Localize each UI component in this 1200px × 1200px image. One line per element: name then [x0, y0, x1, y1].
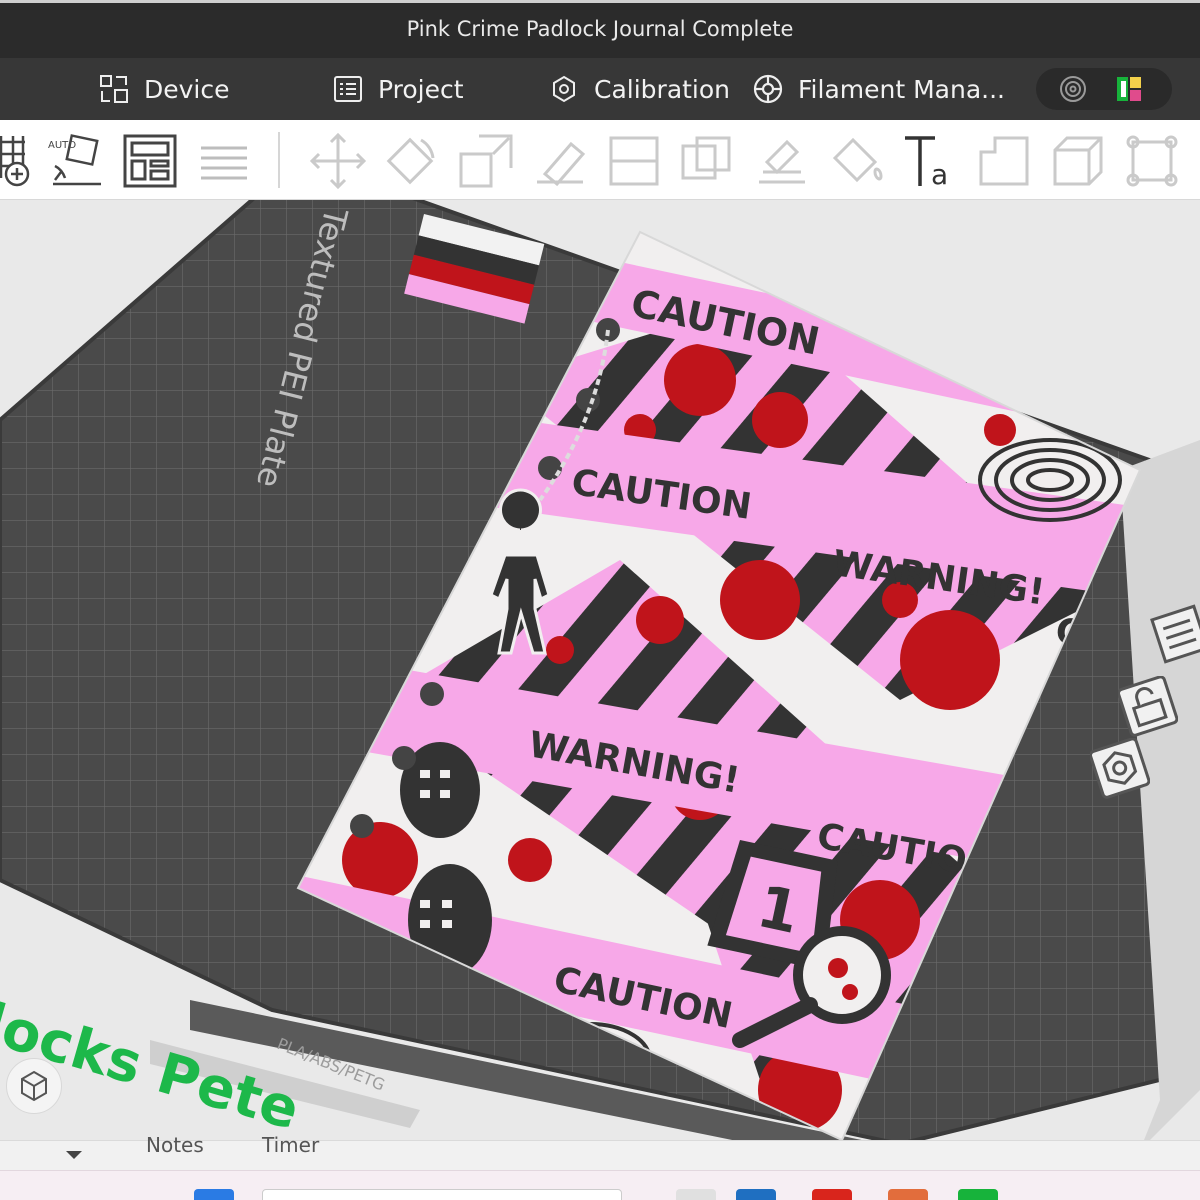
- filament-icon: [753, 74, 783, 104]
- window-title: Pink Crime Padlock Journal Complete: [406, 17, 794, 41]
- taskbar-store-icon[interactable]: [736, 1189, 776, 1200]
- color-paint-icon: [832, 137, 883, 183]
- lock-icon[interactable]: [1118, 676, 1178, 738]
- assembly-button[interactable]: [1122, 130, 1182, 192]
- layers-button[interactable]: [194, 130, 254, 192]
- color-paint-button[interactable]: [826, 130, 886, 192]
- taskbar-search-box[interactable]: [262, 1189, 622, 1200]
- move-icon: [309, 132, 367, 190]
- main-menu-bar: Device Project Calibration Filament Mana…: [0, 58, 1200, 164]
- plate-scene: Textured PEI Plate PLA/ABS/PETG CAUTION …: [0, 200, 1200, 1170]
- emboss-icon: [979, 136, 1029, 186]
- support-paint-button[interactable]: [752, 130, 812, 192]
- auto-orient-icon: AUTO: [48, 134, 101, 186]
- calibration-icon: [553, 75, 575, 103]
- project-icon: [334, 76, 362, 102]
- 3d-viewport[interactable]: Textured PEI Plate PLA/ABS/PETG CAUTION …: [0, 200, 1200, 1170]
- start-icon[interactable]: [194, 1189, 234, 1200]
- menu-project-label: Project: [378, 74, 464, 104]
- nut-icon[interactable]: [1090, 738, 1150, 800]
- arrange-icon: [123, 134, 177, 188]
- taskbar-app-icon[interactable]: [676, 1189, 716, 1200]
- menu-filament-manager[interactable]: Filament Mana...: [752, 70, 1005, 108]
- layers-icon: [201, 146, 247, 180]
- view-mode-toggle[interactable]: [1036, 68, 1172, 110]
- cube-icon: [21, 1070, 47, 1102]
- menu-filament-label: Filament Mana...: [798, 74, 1005, 104]
- notes-label[interactable]: Notes: [146, 1133, 204, 1157]
- boolean-icon: [681, 136, 731, 180]
- taskbar-photos-icon[interactable]: [888, 1189, 928, 1200]
- text-tool-button[interactable]: a: [900, 130, 960, 192]
- main-toolbar: AUTO a: [0, 120, 1200, 200]
- layout-view-icon[interactable]: [1150, 604, 1200, 666]
- slicer-app: Pink Crime Padlock Journal Complete Devi…: [0, 0, 1200, 1200]
- measure-icon: [1053, 136, 1103, 186]
- rotate-icon: [386, 137, 435, 185]
- add-plate-button[interactable]: [0, 130, 46, 192]
- move-button[interactable]: [308, 130, 368, 192]
- taskbar-slicer-icon[interactable]: [958, 1189, 998, 1200]
- menu-calibration[interactable]: Calibration: [548, 70, 730, 108]
- scale-icon: [459, 134, 513, 188]
- title-bar: Pink Crime Padlock Journal Complete: [0, 0, 1200, 58]
- scale-button[interactable]: [456, 130, 516, 192]
- text-icon: a: [905, 136, 948, 190]
- auto-orient-button[interactable]: AUTO: [46, 130, 106, 192]
- toolbar-divider: [278, 132, 280, 188]
- measure-button[interactable]: [1048, 130, 1108, 192]
- timer-label[interactable]: Timer: [262, 1133, 319, 1157]
- menu-device-label: Device: [144, 74, 230, 104]
- collapse-chevron-icon[interactable]: [62, 1145, 86, 1165]
- spool-icon[interactable]: [1058, 74, 1088, 104]
- cut-icon: [609, 136, 659, 186]
- os-taskbar: [0, 1170, 1200, 1200]
- boolean-button[interactable]: [676, 130, 736, 192]
- menu-calibration-label: Calibration: [594, 74, 731, 104]
- view-cube-button[interactable]: [6, 1058, 62, 1114]
- arrange-button[interactable]: [120, 130, 180, 192]
- menu-project[interactable]: Project: [332, 70, 464, 108]
- support-paint-icon: [759, 139, 805, 184]
- bottom-panel: Notes Timer: [0, 1133, 1200, 1170]
- taskbar-browser-icon[interactable]: [812, 1189, 852, 1200]
- cut-button[interactable]: [604, 130, 664, 192]
- lay-on-face-button[interactable]: [530, 130, 590, 192]
- lay-on-face-icon: [537, 141, 586, 187]
- emboss-button[interactable]: [974, 130, 1034, 192]
- menu-device[interactable]: Device: [98, 70, 230, 108]
- auto-label: AUTO: [48, 140, 76, 151]
- svg-text:a: a: [931, 158, 948, 190]
- assembly-icon: [1126, 135, 1178, 187]
- add-plate-icon: [0, 136, 30, 187]
- device-icon: [100, 75, 128, 103]
- multicolor-icon[interactable]: [1116, 76, 1142, 102]
- rotate-button[interactable]: [380, 130, 440, 192]
